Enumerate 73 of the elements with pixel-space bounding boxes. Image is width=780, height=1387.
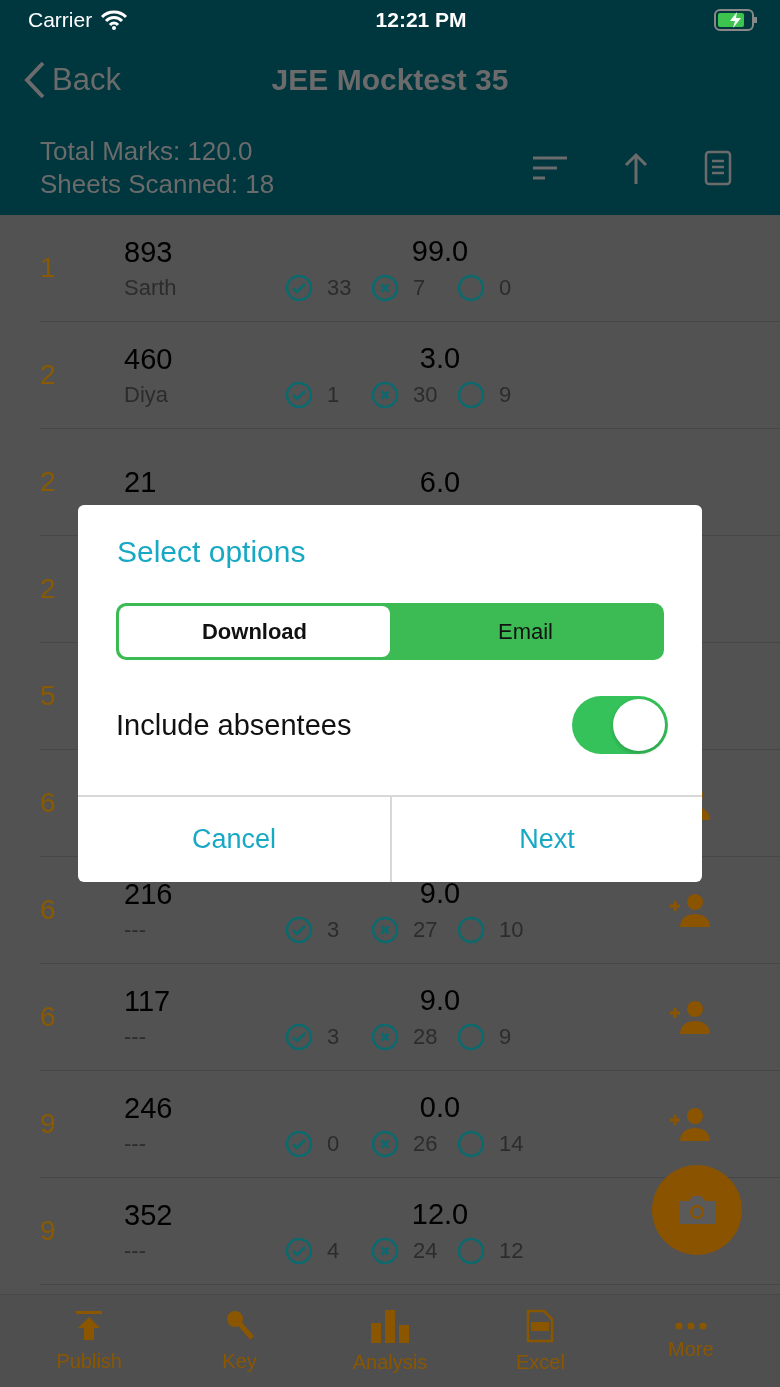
- student-name: ---: [124, 1237, 147, 1264]
- empty-circle-icon: [457, 1129, 485, 1158]
- rank: 2: [40, 359, 57, 391]
- score: 12.0: [410, 1197, 470, 1231]
- more-icon: [674, 1321, 707, 1330]
- empty-circle-icon: [457, 1236, 485, 1265]
- back-button[interactable]: Back: [24, 61, 121, 99]
- dialog-button[interactable]: Next: [390, 797, 702, 882]
- roll-number: 246: [124, 1091, 174, 1125]
- battery-icon: [714, 9, 758, 31]
- check-circle-icon: [285, 915, 313, 944]
- camera-icon: [677, 1195, 717, 1225]
- roll-number: 352: [124, 1198, 174, 1232]
- page-title: JEE Mocktest 35: [271, 63, 509, 97]
- rank: 2: [40, 466, 57, 498]
- tab-bar-item[interactable]: More: [615, 1295, 766, 1387]
- check-circle-icon: [285, 1236, 313, 1265]
- status-time: 12:21 PM: [375, 8, 467, 32]
- roll-number: 21: [124, 465, 158, 499]
- student-name: ---: [124, 1130, 147, 1157]
- score: 0.0: [418, 1090, 462, 1124]
- roll-number: 460: [124, 342, 174, 376]
- chevron-left-icon: [24, 61, 46, 99]
- wifi-icon: [100, 10, 129, 30]
- empty-circle-icon: [457, 1022, 485, 1051]
- arrow-up-icon[interactable]: [624, 151, 648, 184]
- check-circle-icon: [285, 1022, 313, 1051]
- cross-circle-icon: [371, 1236, 399, 1265]
- upload-icon: [74, 1309, 105, 1342]
- roll-number: 893: [124, 235, 174, 269]
- rank: 6: [40, 787, 57, 819]
- empty-circle-icon: [457, 915, 485, 944]
- check-circle-icon: [285, 273, 313, 302]
- roll-number: 117: [124, 984, 172, 1018]
- tab-bar-item[interactable]: Excel: [465, 1295, 616, 1387]
- empty-circle-icon: [457, 273, 485, 302]
- sort-icon[interactable]: [532, 154, 568, 181]
- cross-circle-icon: [371, 273, 399, 302]
- tab-bar-item[interactable]: Key: [164, 1295, 315, 1387]
- sheets-scanned: Sheets Scanned: 18: [40, 167, 275, 201]
- student-name: ---: [124, 916, 147, 943]
- toggle-label: Include absentees: [116, 708, 352, 742]
- toggle-switch[interactable]: [572, 696, 668, 754]
- check-circle-icon: [285, 1129, 313, 1158]
- rank: 6: [40, 894, 57, 926]
- score: 3.0: [418, 341, 462, 375]
- student-name: ---: [124, 1023, 147, 1050]
- carrier-label: Carrier: [28, 8, 93, 32]
- rank: 5: [40, 680, 57, 712]
- score: 6.0: [418, 465, 462, 499]
- rank: 2: [40, 573, 57, 605]
- check-circle-icon: [285, 380, 313, 409]
- empty-circle-icon: [457, 380, 485, 409]
- cross-circle-icon: [371, 1129, 399, 1158]
- rank: 9: [40, 1108, 57, 1140]
- score: 99.0: [410, 234, 470, 268]
- dialog-title: Select options: [117, 535, 307, 569]
- rank: 1: [40, 252, 57, 284]
- document-icon[interactable]: [704, 149, 732, 186]
- rank: 9: [40, 1215, 57, 1247]
- key-icon: [225, 1309, 254, 1342]
- cross-circle-icon: [371, 915, 399, 944]
- file-icon: [526, 1308, 555, 1343]
- score: 9.0: [418, 983, 462, 1017]
- segment-option[interactable]: Download: [119, 606, 390, 657]
- bar-chart-icon: [370, 1308, 410, 1343]
- cross-circle-icon: [371, 380, 399, 409]
- segment-option[interactable]: Email: [390, 606, 661, 657]
- total-marks: Total Marks: 120.0: [40, 134, 254, 168]
- tab-bar-item[interactable]: Analysis: [314, 1295, 466, 1387]
- tab-bar-item[interactable]: Publish: [14, 1295, 165, 1387]
- rank: 6: [40, 1001, 57, 1033]
- cross-circle-icon: [371, 1022, 399, 1051]
